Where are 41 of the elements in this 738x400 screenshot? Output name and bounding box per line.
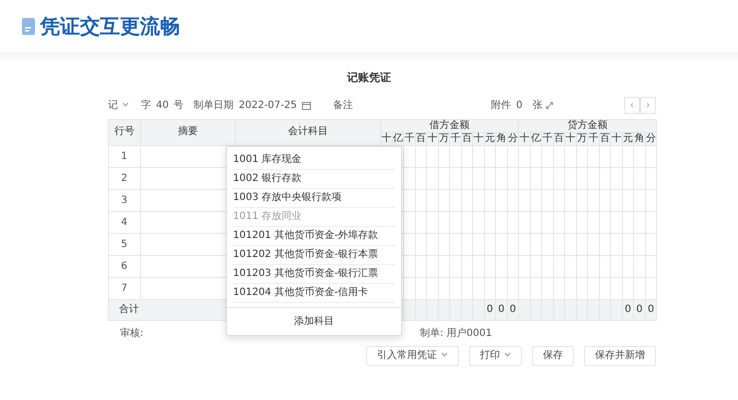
row-number: 7 [108, 277, 140, 299]
action-button[interactable]: 保存并新增 [584, 346, 656, 366]
debit-header: 借方金额 [380, 119, 519, 132]
summary-header: 摘要 [140, 119, 236, 145]
voucher-title: 记账凭证 [346, 70, 392, 86]
type-select[interactable]: 记 [108, 98, 129, 112]
note-label: 备注 [332, 98, 353, 112]
credit-header: 贷方金额 [518, 119, 657, 132]
dropdown-item[interactable]: 101202 其他货币资金-银行本票 [233, 246, 395, 264]
attachment-count: 0 [516, 98, 522, 112]
action-button[interactable]: 保存 [532, 346, 574, 366]
row-number: 1 [108, 145, 140, 167]
document-icon [22, 18, 35, 34]
calendar-icon[interactable] [302, 100, 311, 110]
row-number: 3 [108, 189, 140, 211]
reviewer-label: 审核: [120, 326, 144, 340]
dropdown-button[interactable]: 打印 [469, 346, 522, 366]
row-number: 5 [108, 233, 140, 255]
date-field[interactable]: 2022-07-25 [238, 98, 297, 112]
row-number: 4 [108, 211, 140, 233]
dropdown-item[interactable]: 101201 其他货币资金-外埠存款 [233, 226, 395, 246]
caret-icon [122, 102, 129, 108]
attachment-label: 附件 [491, 98, 512, 112]
account-header: 会计科目 [236, 119, 380, 145]
dropdown-button[interactable]: 引入常用凭证 [366, 346, 459, 366]
dropdown-item[interactable]: 1001 库存现金 [233, 150, 395, 170]
attachment-unit: 张 [532, 98, 542, 112]
dropdown-item[interactable]: 1002 银行存款 [233, 170, 395, 188]
add-account-button[interactable]: 添加科目 [227, 306, 401, 334]
dropdown-item[interactable]: 1003 存放中央银行款项 [233, 188, 395, 208]
row-number-header: 行号 [108, 119, 140, 145]
banner-title: 凭证交互更流畅 [40, 13, 180, 40]
date-label: 制单日期 [194, 98, 234, 112]
word-label: 字 [141, 98, 151, 112]
maker-label: 制单: 用户0001 [420, 326, 492, 340]
dropdown-item[interactable]: 101204 其他货币资金-信用卡 [233, 284, 395, 302]
row-number: 2 [108, 167, 140, 189]
row-number: 6 [108, 255, 140, 277]
number-suffix: 号 [174, 98, 184, 112]
dropdown-item[interactable]: 101203 其他货币资金-银行汇票 [233, 264, 395, 284]
number-field[interactable]: 40 [156, 98, 169, 112]
